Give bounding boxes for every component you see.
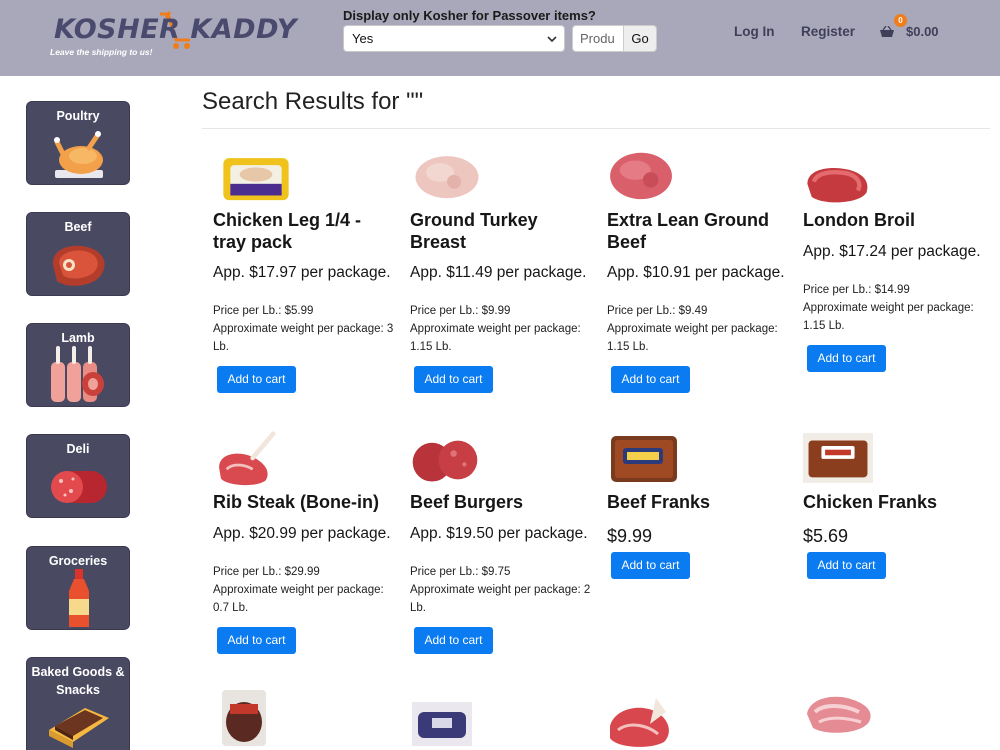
product-image[interactable]	[607, 147, 677, 203]
category-label: Poultry	[56, 109, 100, 123]
passover-filter-label: Display only Kosher for Passover items?	[343, 8, 596, 23]
approx-weight: Approximate weight per package: 1.15 Lb.	[803, 302, 974, 332]
add-to-cart-button[interactable]: Add to cart	[217, 366, 296, 393]
sauce-bottle-icon	[69, 569, 89, 627]
product-name[interactable]: London Broil	[803, 210, 988, 232]
product-price: App. $17.24 per package.	[803, 243, 981, 260]
approx-weight: Approximate weight per package: 3 Lb.	[213, 323, 394, 353]
product-name[interactable]: Ground Turkey Breast	[410, 210, 595, 253]
category-beef[interactable]: Beef	[26, 212, 130, 296]
product-price: App. $17.97 per package.	[213, 264, 391, 281]
price-per-lb: Price per Lb.: $5.99	[213, 305, 314, 317]
product-price: App. $20.99 per package.	[213, 525, 391, 542]
approx-weight: Approximate weight per package: 0.7 Lb.	[213, 584, 384, 614]
product-name[interactable]: Chicken Franks	[803, 492, 988, 514]
product-price: App. $11.49 per package.	[410, 264, 587, 281]
category-groceries[interactable]: Groceries	[26, 546, 130, 630]
cart-total: $0.00	[906, 24, 939, 39]
product-image[interactable]	[803, 430, 873, 486]
product-image[interactable]	[412, 148, 482, 204]
cart-link[interactable]: 0 $0.00	[880, 14, 950, 42]
approx-weight: Approximate weight per package: 2 Lb.	[410, 584, 591, 614]
add-to-cart-button[interactable]: Add to cart	[414, 366, 493, 393]
product-name[interactable]: Chicken Leg 1/4 - tray pack	[213, 210, 398, 253]
chevron-down-icon	[547, 36, 557, 43]
product-image[interactable]	[803, 688, 879, 738]
site-logo[interactable]: KOSHER KADDY Leave the shipping to us!	[50, 10, 296, 62]
add-to-cart-button[interactable]: Add to cart	[217, 627, 296, 654]
price-per-lb: Price per Lb.: $9.99	[410, 305, 511, 317]
shopping-basket-icon	[880, 26, 894, 37]
product-name[interactable]: Beef Franks	[607, 492, 792, 514]
price-per-lb: Price per Lb.: $14.99	[803, 284, 910, 296]
category-label: Lamb	[61, 331, 95, 345]
page-title: Search Results for ""	[202, 88, 424, 115]
product-price: App. $10.91 per package.	[607, 264, 785, 281]
category-lamb[interactable]: Lamb	[26, 323, 130, 407]
product-image[interactable]	[412, 702, 472, 746]
category-label: Groceries	[48, 554, 108, 568]
product-image[interactable]	[213, 430, 283, 486]
add-to-cart-button[interactable]: Add to cart	[611, 366, 690, 393]
cake-icon	[49, 708, 109, 748]
approx-weight: Approximate weight per package: 1.15 Lb.	[607, 323, 778, 353]
approx-weight: Approximate weight per package: 1.15 Lb.	[410, 323, 581, 353]
product-image[interactable]	[803, 157, 873, 213]
product-name[interactable]: Extra Lean Ground Beef	[607, 210, 792, 253]
category-deli[interactable]: Deli	[26, 434, 130, 518]
salami-icon	[51, 471, 107, 503]
passover-filter-select[interactable]: Yes	[343, 25, 565, 52]
product-image[interactable]	[221, 150, 291, 206]
price-per-lb: Price per Lb.: $29.99	[213, 566, 320, 578]
category-label: Beef	[64, 220, 92, 234]
logo-text: KOSHER KADDY	[54, 14, 297, 45]
product-price: App. $19.50 per package.	[410, 525, 588, 542]
category-poultry[interactable]: Poultry	[26, 101, 130, 185]
register-link[interactable]: Register	[801, 24, 855, 39]
product-image[interactable]	[609, 431, 679, 487]
search-go-button[interactable]: Go	[623, 25, 657, 52]
price-per-lb: Price per Lb.: $9.49	[607, 305, 708, 317]
product-image[interactable]	[410, 432, 480, 488]
price-per-lb: Price per Lb.: $9.75	[410, 566, 511, 578]
product-name[interactable]: Rib Steak (Bone-in)	[213, 492, 398, 514]
add-to-cart-button[interactable]: Add to cart	[414, 627, 493, 654]
lamb-rack-icon	[51, 346, 104, 402]
add-to-cart-button[interactable]: Add to cart	[611, 552, 690, 579]
product-price: $5.69	[803, 526, 849, 546]
category-label: Baked Goods & Snacks	[31, 665, 125, 697]
product-search-input[interactable]: Produ	[572, 25, 624, 52]
product-price: $9.99	[607, 526, 653, 546]
category-baked-goods-snacks[interactable]: Baked Goods & Snacks	[26, 657, 130, 750]
product-name[interactable]: Beef Burgers	[410, 492, 595, 514]
product-image[interactable]	[606, 690, 676, 750]
product-image[interactable]	[220, 690, 268, 746]
site-header: KOSHER KADDY Leave the shipping to us! D…	[0, 0, 1000, 76]
roast-chicken-icon	[54, 131, 103, 178]
add-to-cart-button[interactable]: Add to cart	[807, 552, 886, 579]
add-to-cart-button[interactable]: Add to cart	[807, 345, 886, 372]
logo-tagline: Leave the shipping to us!	[50, 47, 153, 57]
steak-icon	[52, 245, 105, 286]
title-divider	[202, 128, 990, 129]
login-link[interactable]: Log In	[734, 24, 775, 39]
category-label: Deli	[66, 442, 90, 456]
